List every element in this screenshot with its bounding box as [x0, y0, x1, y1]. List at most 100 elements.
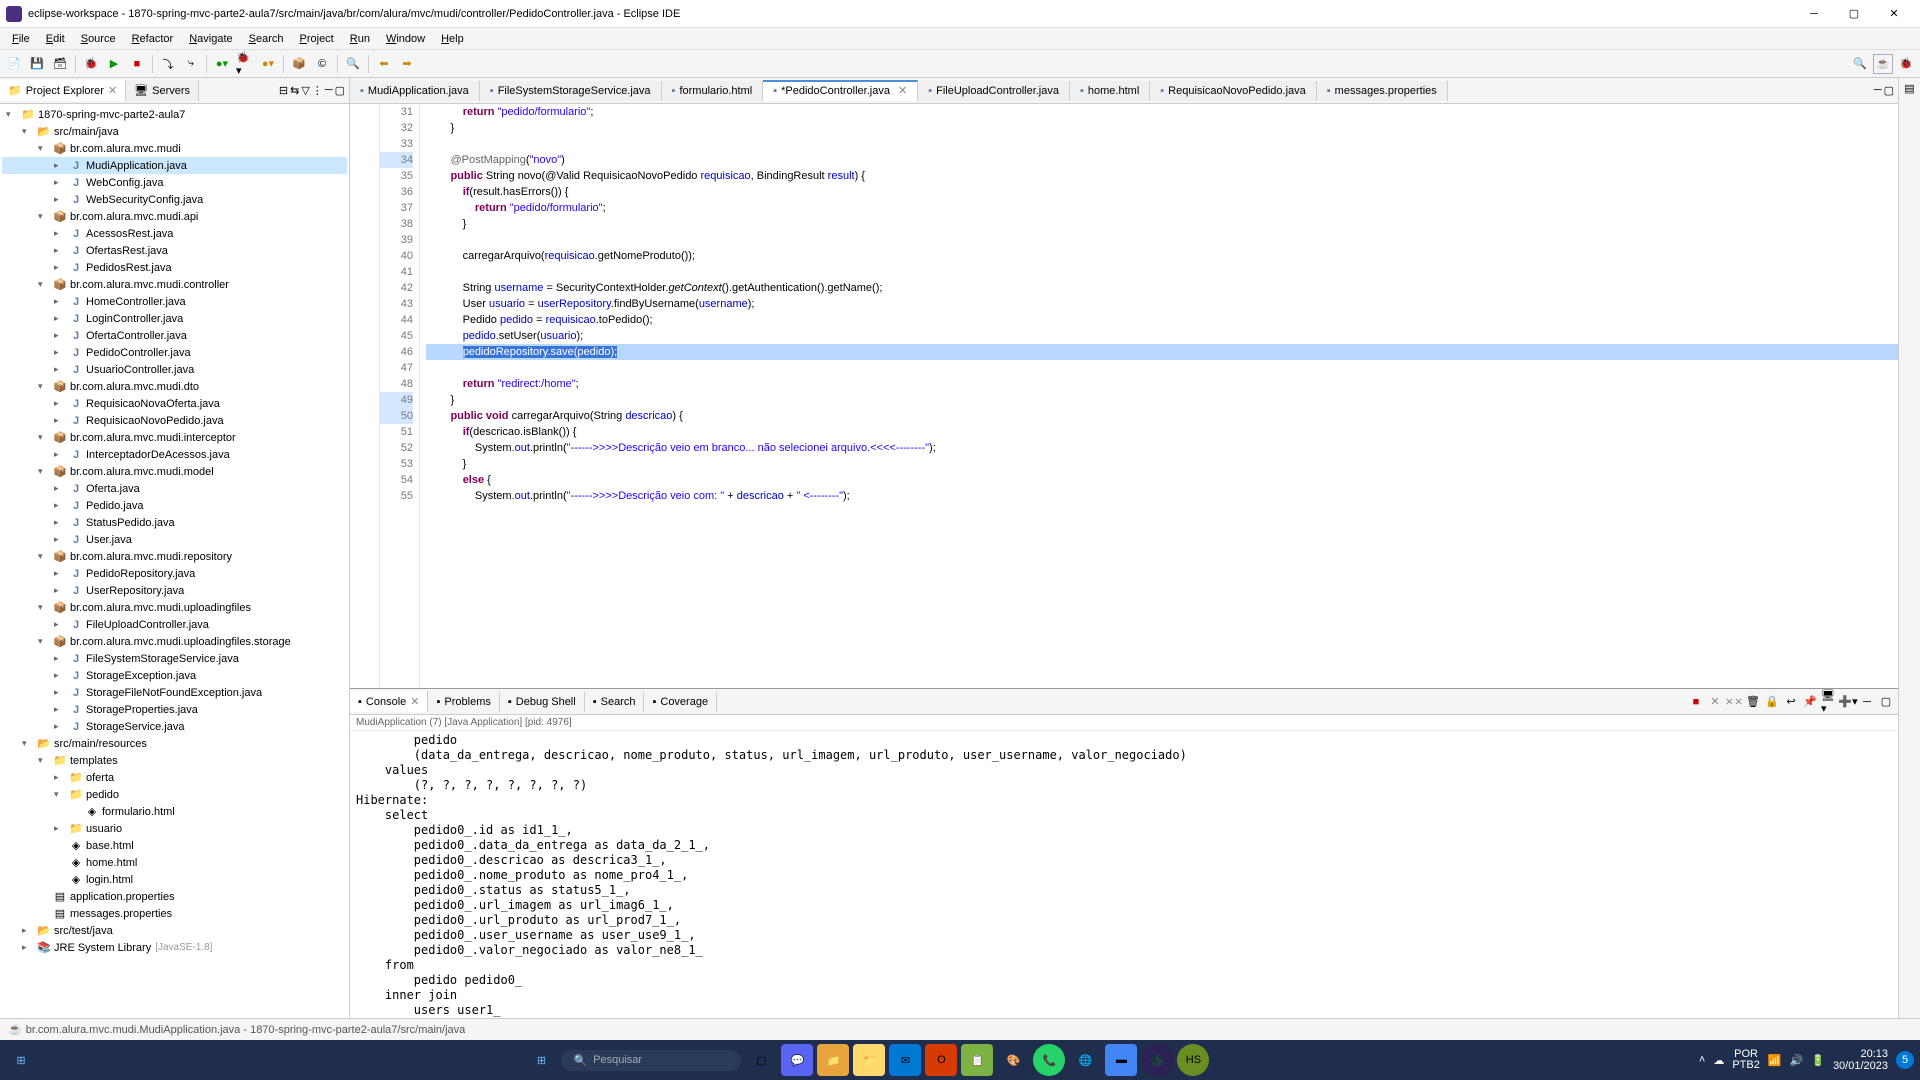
run-config-icon[interactable]: ●▾ — [212, 54, 232, 74]
panel-tab-debug-shell[interactable]: ▪ Debug Shell — [500, 692, 585, 712]
tree-item[interactable]: ▸JFileUploadController.java — [2, 616, 347, 633]
tree-item[interactable]: ▸JUser.java — [2, 531, 347, 548]
save-all-icon[interactable]: 🗃 — [50, 54, 70, 74]
open-console-icon[interactable]: ➕▾ — [1840, 694, 1856, 710]
tree-item[interactable]: ▸JUsuarioController.java — [2, 361, 347, 378]
menu-navigate[interactable]: Navigate — [181, 31, 240, 47]
tree-item[interactable]: ▸JOfertaController.java — [2, 327, 347, 344]
office-icon[interactable]: O — [925, 1044, 957, 1076]
tree-item[interactable]: ▾📦br.com.alura.mvc.mudi.api — [2, 208, 347, 225]
tree-item[interactable]: ▾📦br.com.alura.mvc.mudi.model — [2, 463, 347, 480]
tree-item[interactable]: ▸JMudiApplication.java — [2, 157, 347, 174]
battery-icon[interactable]: 🔋 — [1811, 1054, 1825, 1067]
menu-refactor[interactable]: Refactor — [124, 31, 182, 47]
tree-item[interactable]: ▸JWebConfig.java — [2, 174, 347, 191]
tree-item[interactable]: ▾📦br.com.alura.mvc.mudi.uploadingfiles.s… — [2, 633, 347, 650]
volume-icon[interactable]: 🔊 — [1790, 1054, 1804, 1067]
remove-all-icon[interactable]: ⨯⨯ — [1726, 694, 1742, 710]
minimize-editor-icon[interactable]: ─ — [1874, 84, 1882, 97]
new-class-icon[interactable]: © — [312, 54, 332, 74]
coverage-icon[interactable]: ●▾ — [258, 54, 278, 74]
save-icon[interactable]: 💾 — [27, 54, 47, 74]
task-view-icon[interactable]: ▢ — [745, 1044, 777, 1076]
new-icon[interactable]: 📄 — [4, 54, 24, 74]
outline-icon[interactable]: ▤ — [1904, 82, 1914, 95]
tree-item[interactable]: ▸JPedidosRest.java — [2, 259, 347, 276]
tree-item[interactable]: ▸📁oferta — [2, 769, 347, 786]
app-icon[interactable]: 📁 — [817, 1044, 849, 1076]
menu-edit[interactable]: Edit — [38, 31, 73, 47]
notifications-icon[interactable]: 5 — [1896, 1051, 1914, 1069]
tree-item[interactable]: ▾📂src/main/java — [2, 123, 347, 140]
terminate-icon[interactable]: ■ — [1688, 694, 1704, 710]
tree-item[interactable]: ▾📁1870-spring-mvc-parte2-aula7 — [2, 106, 347, 123]
collapse-all-icon[interactable]: ⊟ — [279, 84, 288, 97]
tab-project-explorer[interactable]: 📁 Project Explorer ✕ — [0, 80, 126, 101]
tree-item[interactable]: ▤application.properties — [2, 888, 347, 905]
app-icon[interactable]: ▬ — [1105, 1044, 1137, 1076]
menu-search[interactable]: Search — [241, 31, 292, 47]
editor-tab[interactable]: ▪RequisicaoNovoPedido.java — [1150, 81, 1317, 101]
tree-item[interactable]: ▸📚JRE System Library[JavaSE-1.8] — [2, 939, 347, 956]
maximize-panel-icon[interactable]: ▢ — [1878, 694, 1894, 710]
close-button[interactable]: ✕ — [1874, 0, 1914, 28]
tree-item[interactable]: ▾📦br.com.alura.mvc.mudi.repository — [2, 548, 347, 565]
tree-item[interactable]: ▾📦br.com.alura.mvc.mudi — [2, 140, 347, 157]
menu-source[interactable]: Source — [73, 31, 124, 47]
tree-item[interactable]: ▸JUserRepository.java — [2, 582, 347, 599]
tree-item[interactable]: ▸JWebSecurityConfig.java — [2, 191, 347, 208]
run-icon[interactable]: ▶ — [104, 54, 124, 74]
system-tray[interactable]: ˄ ☁ PORPTB2 📶 🔊 🔋 20:1330/01/2023 5 — [1699, 1048, 1914, 1072]
scroll-lock-icon[interactable]: 🔒 — [1764, 694, 1780, 710]
panel-tab-problems[interactable]: ▪ Problems — [428, 692, 499, 712]
maximize-view-icon[interactable]: ▢ — [335, 84, 345, 97]
debug-icon[interactable]: 🐞 — [81, 54, 101, 74]
quick-access-icon[interactable]: 🔍 — [1850, 54, 1870, 74]
tree-item[interactable]: ◈login.html — [2, 871, 347, 888]
tree-item[interactable]: ▸JStorageProperties.java — [2, 701, 347, 718]
tree-item[interactable]: ▤messages.properties — [2, 905, 347, 922]
tree-item[interactable]: ▸JRequisicaoNovoPedido.java — [2, 412, 347, 429]
filter-icon[interactable]: ▽ — [301, 84, 309, 97]
link-editor-icon[interactable]: ⇆ — [290, 84, 299, 97]
menu-file[interactable]: File — [4, 31, 38, 47]
close-icon[interactable]: ✕ — [108, 84, 117, 97]
display-console-icon[interactable]: 🖥▾ — [1821, 694, 1837, 710]
editor-tab[interactable]: ▪MudiApplication.java — [350, 81, 480, 101]
tree-item[interactable]: ▾📁templates — [2, 752, 347, 769]
tree-item[interactable]: ▾📦br.com.alura.mvc.mudi.uploadingfiles — [2, 599, 347, 616]
close-icon[interactable]: ✕ — [898, 84, 907, 97]
tab-servers[interactable]: 🖥 Servers — [126, 80, 199, 101]
clock[interactable]: 20:1330/01/2023 — [1833, 1048, 1888, 1072]
menu-project[interactable]: Project — [292, 31, 342, 47]
debug-config-icon[interactable]: 🐞▾ — [235, 54, 255, 74]
tree-item[interactable]: ▾📂src/main/resources — [2, 735, 347, 752]
editor-tab[interactable]: ▪formulario.html — [662, 81, 764, 101]
tree-item[interactable]: ▸📂src/test/java — [2, 922, 347, 939]
perspective-debug-icon[interactable]: 🐞 — [1896, 54, 1916, 74]
paint-icon[interactable]: 🎨 — [997, 1044, 1029, 1076]
tree-item[interactable]: ▾📦br.com.alura.mvc.mudi.controller — [2, 276, 347, 293]
eclipse-icon[interactable]: 🌑 — [1141, 1044, 1173, 1076]
taskbar-search[interactable]: 🔍 Pesquisar — [561, 1050, 741, 1071]
tree-item[interactable]: ▸JStorageFileNotFoundException.java — [2, 684, 347, 701]
menu-help[interactable]: Help — [433, 31, 472, 47]
minimize-button[interactable]: ─ — [1794, 0, 1834, 28]
chrome-icon[interactable]: 🌐 — [1069, 1044, 1101, 1076]
perspective-java-icon[interactable]: ☕ — [1873, 54, 1893, 74]
console-output[interactable]: pedido (data_da_entrega, descricao, nome… — [350, 731, 1898, 1018]
editor-tab[interactable]: ▪FileUploadController.java — [918, 81, 1070, 101]
panel-tab-console[interactable]: ▪ Console ✕ — [350, 691, 428, 712]
tree-item[interactable]: ▸📁usuario — [2, 820, 347, 837]
tree-item[interactable]: ▾📦br.com.alura.mvc.mudi.interceptor — [2, 429, 347, 446]
panel-tab-coverage[interactable]: ▪ Coverage — [644, 692, 717, 712]
whatsapp-icon[interactable]: 📞 — [1033, 1044, 1065, 1076]
tree-item[interactable]: ▸JPedidoController.java — [2, 344, 347, 361]
panel-tab-search[interactable]: ▪ Search — [585, 692, 645, 712]
maximize-editor-icon[interactable]: ▢ — [1884, 84, 1894, 97]
tree-item[interactable]: ▸JStorageException.java — [2, 667, 347, 684]
onedrive-icon[interactable]: ☁ — [1713, 1054, 1724, 1067]
heidisql-icon[interactable]: HS — [1177, 1044, 1209, 1076]
tree-item[interactable]: ▾📦br.com.alura.mvc.mudi.dto — [2, 378, 347, 395]
tree-item[interactable]: ▸JOfertasRest.java — [2, 242, 347, 259]
